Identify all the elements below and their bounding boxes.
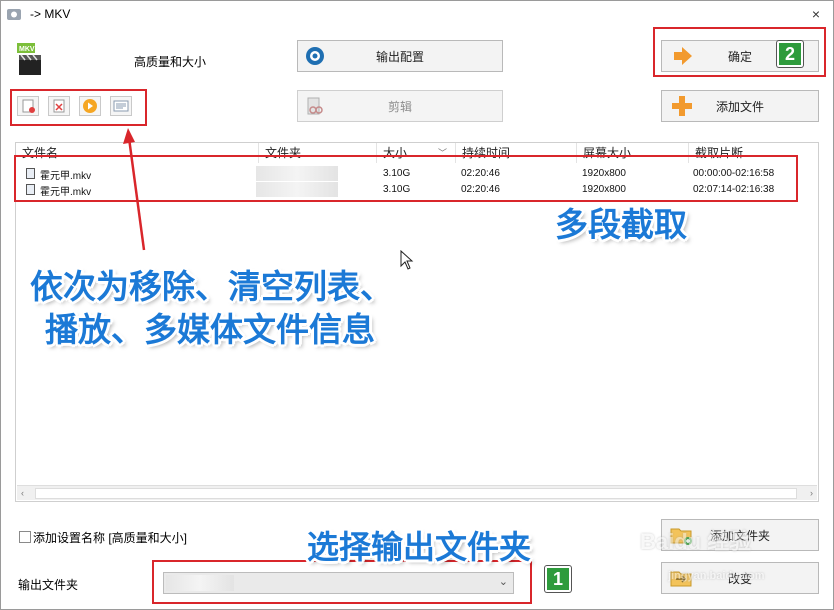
callout-toolbar-line1: 依次为移除、清空列表、 [30, 267, 393, 306]
add-setting-name-checkbox[interactable] [19, 531, 31, 543]
output-folder-label: 输出文件夹 [18, 578, 79, 592]
mouse-cursor-icon [400, 250, 414, 270]
add-setting-name-label: 添加设置名称 [高质量和大小] [33, 531, 188, 545]
edit-label: 剪辑 [387, 99, 412, 114]
callout-arrow [123, 128, 146, 251]
horizontal-scrollbar[interactable]: ‹ › [17, 485, 817, 500]
callout-multi-segment: 多段截取 [555, 205, 687, 244]
settings-gear-icon [306, 47, 324, 65]
profile-label: 高质量和大小 [134, 55, 207, 69]
callout-toolbar-line2: 播放、多媒体文件信息 [45, 310, 375, 349]
watermark-logo: Baidu 经验 [640, 529, 752, 554]
add-file-button[interactable]: 添加文件 [661, 90, 819, 122]
app-icon [7, 9, 21, 20]
highlight-toolbar [10, 89, 147, 126]
edit-scissors-icon [307, 97, 323, 115]
close-icon[interactable]: × [808, 6, 824, 22]
step-badge-2: 2 [777, 41, 803, 67]
scrollbar-thumb[interactable] [35, 488, 797, 499]
scroll-left-icon[interactable]: ‹ [21, 486, 24, 500]
scroll-right-icon[interactable]: › [810, 486, 813, 500]
mkv-format-icon: MKV [17, 43, 41, 75]
watermark-url: jingyan.baidu.com [668, 570, 765, 582]
title-bar: -> MKV × [0, 0, 834, 30]
callout-output-folder: 选择输出文件夹 [307, 528, 532, 566]
window-title: -> MKV [30, 7, 71, 21]
edit-button[interactable]: 剪辑 [297, 90, 503, 122]
output-config-button[interactable]: 输出配置 [297, 40, 503, 72]
add-file-label: 添加文件 [715, 99, 764, 114]
svg-text:MKV: MKV [19, 46, 35, 53]
step-badge-1: 1 [545, 566, 571, 592]
plus-icon [672, 96, 692, 116]
output-config-label: 输出配置 [375, 49, 424, 64]
